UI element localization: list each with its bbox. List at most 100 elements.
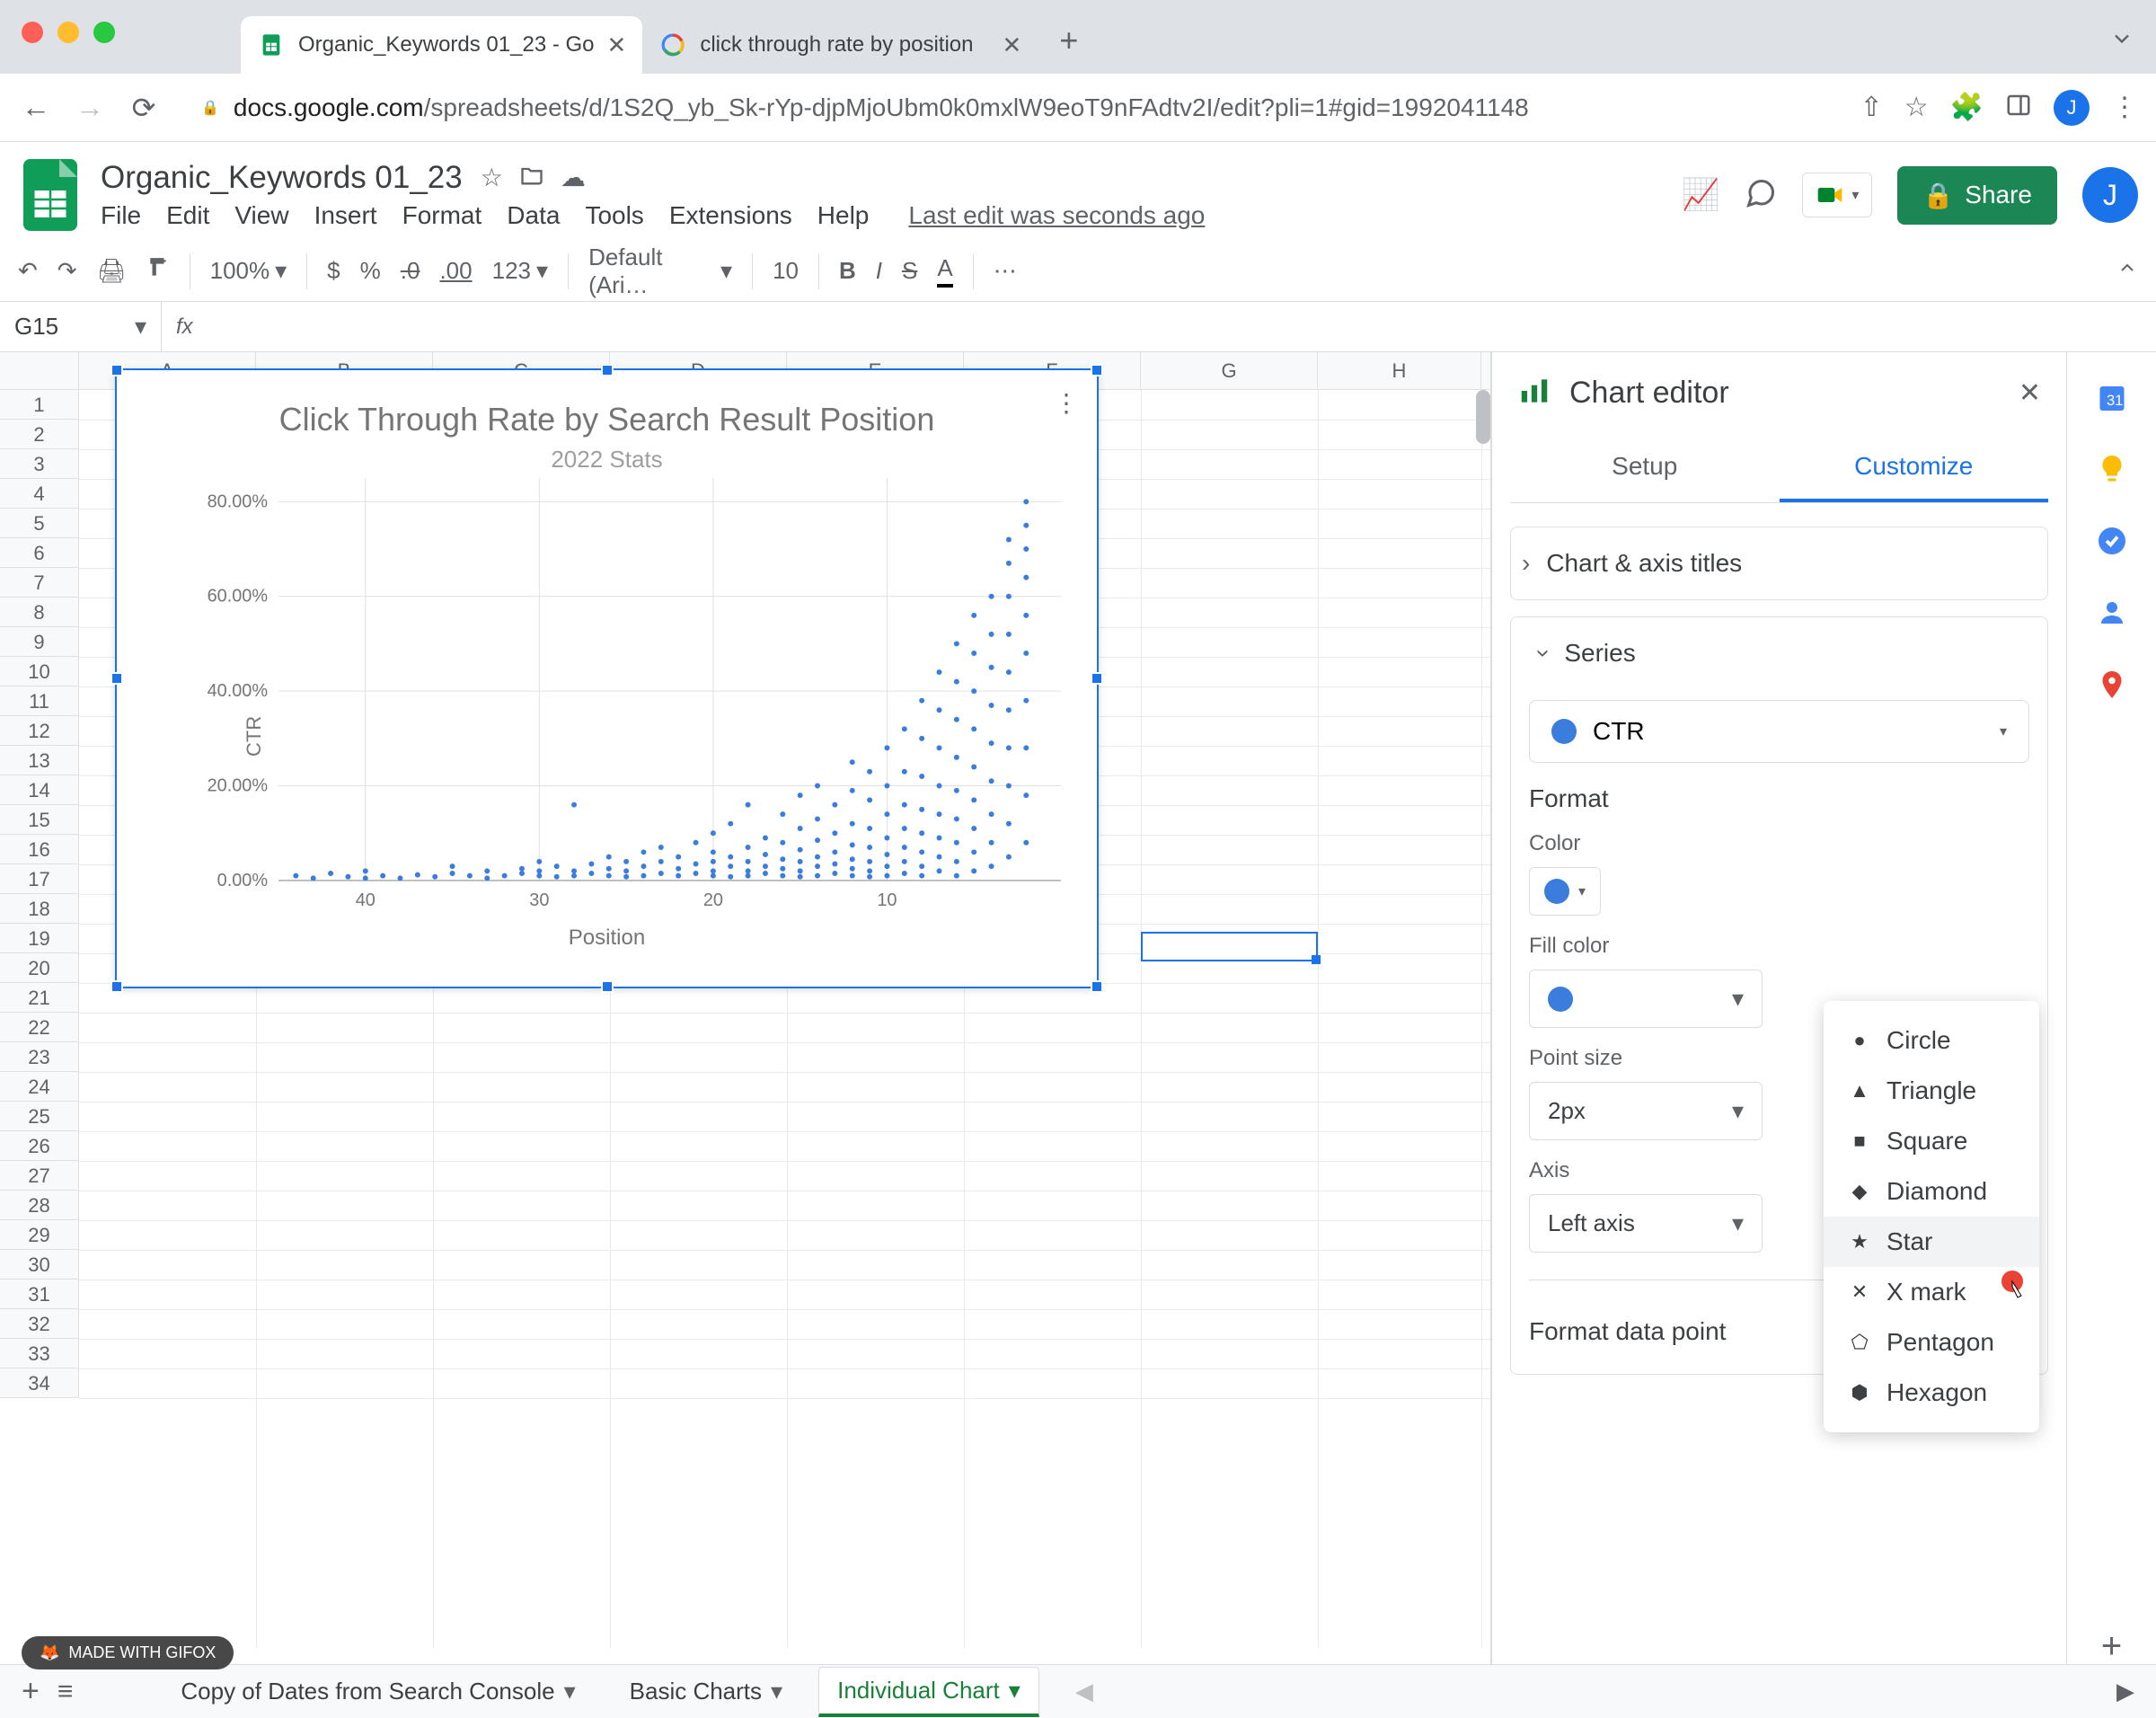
move-icon[interactable] bbox=[519, 163, 544, 194]
italic-button[interactable]: I bbox=[876, 257, 882, 285]
shape-option-diamond[interactable]: ◆Diamond bbox=[1824, 1166, 2039, 1217]
print-button[interactable]: 🖨 bbox=[97, 257, 127, 285]
font-select[interactable]: Default (Ari… ▾ bbox=[588, 244, 732, 299]
account-avatar[interactable]: J bbox=[2082, 167, 2138, 223]
row-header-24[interactable]: 24 bbox=[0, 1072, 79, 1102]
row-header-22[interactable]: 22 bbox=[0, 1013, 79, 1042]
menu-tools[interactable]: Tools bbox=[585, 201, 643, 230]
row-header-29[interactable]: 29 bbox=[0, 1220, 79, 1250]
menu-insert[interactable]: Insert bbox=[314, 201, 377, 230]
scroll-tabs-left[interactable]: ◀ bbox=[1075, 1678, 1093, 1705]
tabs-dropdown-icon[interactable] bbox=[2109, 26, 2134, 56]
menu-help[interactable]: Help bbox=[817, 201, 870, 230]
section-chart-axis-titles[interactable]: › Chart & axis titles bbox=[1511, 527, 2047, 599]
menu-file[interactable]: File bbox=[101, 201, 141, 230]
zoom-select[interactable]: 100% ▾ bbox=[210, 257, 287, 285]
row-header-32[interactable]: 32 bbox=[0, 1309, 79, 1339]
select-all-corner[interactable] bbox=[0, 352, 79, 389]
tasks-icon[interactable] bbox=[2094, 523, 2130, 559]
maps-icon[interactable] bbox=[2094, 667, 2130, 703]
paint-format-button[interactable] bbox=[146, 256, 170, 286]
text-color-button[interactable]: A bbox=[937, 254, 952, 288]
row-header-3[interactable]: 3 bbox=[0, 449, 79, 479]
menu-extensions[interactable]: Extensions bbox=[669, 201, 792, 230]
share-button[interactable]: 🔒 Share bbox=[1897, 166, 2057, 225]
collapse-toolbar-button[interactable] bbox=[2116, 257, 2138, 285]
close-editor-button[interactable]: ✕ bbox=[2019, 377, 2041, 409]
resize-handle-n[interactable] bbox=[601, 364, 614, 376]
shape-option-hexagon[interactable]: ⬢Hexagon bbox=[1824, 1368, 2039, 1418]
resize-handle-e[interactable] bbox=[1091, 672, 1103, 685]
spreadsheet-grid[interactable]: A B C D E F G H 123456789101112131415161… bbox=[0, 352, 1491, 1664]
row-header-8[interactable]: 8 bbox=[0, 598, 79, 627]
contacts-icon[interactable] bbox=[2094, 595, 2130, 631]
series-select[interactable]: CTR ▾ bbox=[1529, 700, 2029, 763]
close-tab-icon[interactable]: ✕ bbox=[607, 31, 627, 59]
chrome-menu-icon[interactable]: ⋮ bbox=[2111, 92, 2138, 123]
sheet-tab-copy-dates[interactable]: Copy of Dates from Search Console ▾ bbox=[163, 1669, 593, 1714]
row-header-34[interactable]: 34 bbox=[0, 1368, 79, 1398]
row-header-30[interactable]: 30 bbox=[0, 1250, 79, 1280]
row-header-16[interactable]: 16 bbox=[0, 835, 79, 864]
bold-button[interactable]: B bbox=[839, 257, 856, 285]
chart-menu-icon[interactable]: ⋮ bbox=[1054, 388, 1079, 418]
extensions-icon[interactable]: 🧩 bbox=[1950, 92, 1984, 123]
history-icon[interactable]: 📈 bbox=[1682, 177, 1719, 213]
shape-option-pentagon[interactable]: ⬠Pentagon bbox=[1824, 1317, 2039, 1368]
strike-button[interactable]: S bbox=[902, 257, 917, 285]
upload-icon[interactable]: ⇧ bbox=[1860, 92, 1883, 123]
tab-customize[interactable]: Customize bbox=[1780, 434, 2049, 502]
sheet-tab-individual-chart[interactable]: Individual Chart ▾ bbox=[818, 1667, 1039, 1717]
resize-handle-ne[interactable] bbox=[1091, 364, 1103, 376]
row-header-10[interactable]: 10 bbox=[0, 657, 79, 686]
menu-view[interactable]: View bbox=[234, 201, 288, 230]
meet-button[interactable]: ▾ bbox=[1802, 173, 1872, 217]
browser-tab-2[interactable]: click through rate by position ✕ bbox=[642, 16, 1038, 74]
document-title[interactable]: Organic_Keywords 01_23 bbox=[101, 160, 463, 196]
row-header-7[interactable]: 7 bbox=[0, 568, 79, 598]
row-header-23[interactable]: 23 bbox=[0, 1042, 79, 1072]
menu-data[interactable]: Data bbox=[507, 201, 560, 230]
star-icon[interactable]: ☆ bbox=[481, 163, 503, 194]
scroll-tabs-right[interactable]: ▶ bbox=[2116, 1678, 2134, 1705]
decrease-decimal-button[interactable]: .0 bbox=[401, 257, 420, 285]
currency-button[interactable]: $ bbox=[327, 257, 340, 285]
row-header-15[interactable]: 15 bbox=[0, 805, 79, 835]
row-header-25[interactable]: 25 bbox=[0, 1102, 79, 1131]
sheets-logo-icon[interactable] bbox=[18, 163, 83, 227]
last-edit-link[interactable]: Last edit was seconds ago bbox=[908, 201, 1205, 230]
calendar-icon[interactable]: 31 bbox=[2094, 379, 2130, 415]
browser-tab-1[interactable]: Organic_Keywords 01_23 - Go ✕ bbox=[241, 16, 642, 74]
close-tab-icon[interactable]: ✕ bbox=[1003, 31, 1022, 59]
row-header-26[interactable]: 26 bbox=[0, 1131, 79, 1161]
row-header-33[interactable]: 33 bbox=[0, 1339, 79, 1368]
col-header-g[interactable]: G bbox=[1141, 352, 1318, 389]
point-size-select[interactable]: 2px ▾ bbox=[1529, 1082, 1763, 1140]
new-tab-button[interactable]: + bbox=[1038, 22, 1100, 59]
row-header-12[interactable]: 12 bbox=[0, 716, 79, 746]
url-field[interactable]: 🔒 docs.google.com/spreadsheets/d/1S2Q_yb… bbox=[180, 83, 1842, 133]
row-header-6[interactable]: 6 bbox=[0, 538, 79, 568]
row-header-4[interactable]: 4 bbox=[0, 479, 79, 509]
row-header-18[interactable]: 18 bbox=[0, 894, 79, 924]
keep-icon[interactable] bbox=[2094, 451, 2130, 487]
tab-setup[interactable]: Setup bbox=[1510, 434, 1780, 502]
increase-decimal-button[interactable]: .00 bbox=[439, 257, 472, 285]
vertical-scrollbar[interactable] bbox=[1476, 390, 1490, 444]
shape-option-circle[interactable]: ●Circle bbox=[1824, 1015, 2039, 1066]
shape-option-square[interactable]: ■Square bbox=[1824, 1116, 2039, 1166]
fill-color-select[interactable]: ▾ bbox=[1529, 970, 1763, 1028]
row-header-9[interactable]: 9 bbox=[0, 627, 79, 657]
axis-select[interactable]: Left axis ▾ bbox=[1529, 1194, 1763, 1253]
row-header-14[interactable]: 14 bbox=[0, 775, 79, 805]
resize-handle-w[interactable] bbox=[110, 672, 123, 685]
row-header-5[interactable]: 5 bbox=[0, 509, 79, 538]
shape-option-triangle[interactable]: ▲Triangle bbox=[1824, 1066, 2039, 1116]
close-window-button[interactable] bbox=[22, 22, 43, 43]
row-header-31[interactable]: 31 bbox=[0, 1280, 79, 1309]
minimize-window-button[interactable] bbox=[57, 22, 79, 43]
row-header-13[interactable]: 13 bbox=[0, 746, 79, 775]
resize-handle-s[interactable] bbox=[601, 980, 614, 993]
add-sheet-button[interactable]: + bbox=[22, 1674, 40, 1709]
row-header-1[interactable]: 1 bbox=[0, 390, 79, 420]
